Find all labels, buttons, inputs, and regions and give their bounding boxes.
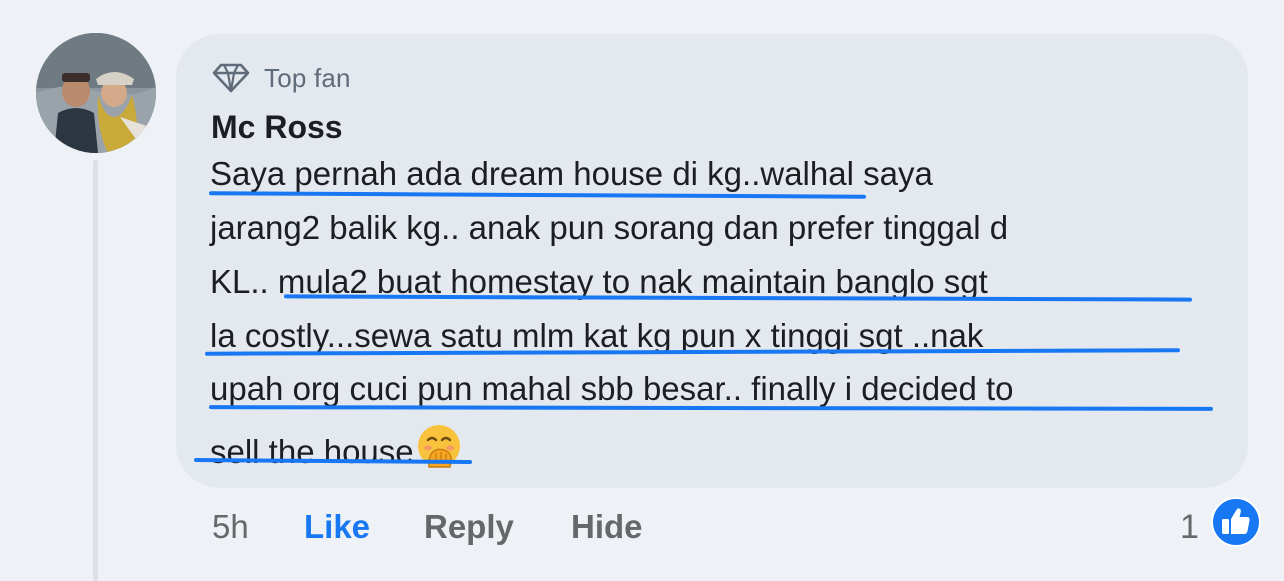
reaction-count[interactable]: 1 — [1180, 505, 1199, 549]
comment-text-line: upah org cuci pun mahal sbb besar.. fina… — [210, 370, 1014, 407]
diamond-icon — [212, 63, 250, 93]
hide-button[interactable]: Hide — [571, 505, 643, 549]
comment-timestamp[interactable]: 5h — [212, 505, 249, 549]
avatar[interactable] — [36, 33, 156, 153]
thumbs-up-icon[interactable] — [1211, 497, 1261, 547]
badge-label: Top fan — [264, 62, 351, 93]
like-button[interactable]: Like — [304, 505, 370, 549]
reply-button[interactable]: Reply — [424, 505, 514, 549]
comment-text-line: jarang2 balik kg.. anak pun sorang dan p… — [210, 209, 1009, 246]
comment-screen: Top fan Mc Ross Saya pernah ada dream ho… — [0, 0, 1284, 581]
comment-actions-bar: 5h Like Reply Hide 1 — [0, 505, 1284, 549]
comment-text-last-line: sell the house — [210, 423, 462, 478]
comment-author[interactable]: Mc Ross — [211, 107, 343, 147]
top-fan-badge[interactable]: Top fan — [212, 60, 351, 96]
face-with-hand-over-mouth-emoji — [416, 423, 462, 478]
comment-text-line: sell the house — [210, 433, 414, 470]
comment-text-line: Saya pernah ada dream house di kg..walha… — [210, 155, 933, 192]
comment-bubble — [176, 34, 1248, 488]
